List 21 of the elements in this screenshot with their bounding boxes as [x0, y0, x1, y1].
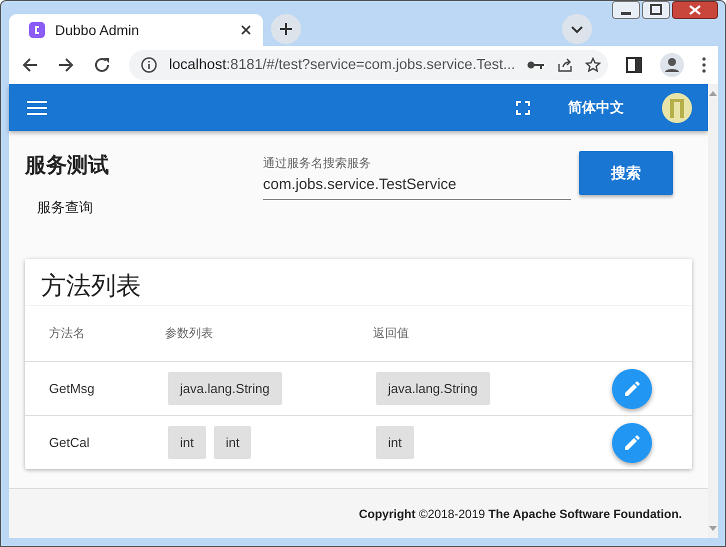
type-chip: int	[376, 426, 414, 459]
column-header: 方法名	[49, 325, 86, 342]
search-button[interactable]: 搜索	[579, 151, 673, 195]
search-field[interactable]: com.jobs.service.TestService	[263, 172, 571, 200]
type-chip: java.lang.String	[376, 372, 490, 405]
column-header: 参数列表	[165, 325, 214, 342]
type-chip: int	[168, 426, 206, 459]
breadcrumb-item[interactable]: 服务查询	[37, 199, 263, 217]
copyright-text: Copyright ©2018-2019 The Apache Software Foundation.	[358, 506, 682, 520]
address-field[interactable]: localhost:8181/#/test?service=com.jobs.service.Test...	[129, 50, 608, 80]
browser-tab[interactable]: Dubbo Admin	[9, 14, 263, 46]
column-header: 返回值	[373, 325, 410, 342]
card-title: 方法列表	[25, 259, 692, 306]
table-cell-text: GetMsg	[49, 381, 96, 396]
tab-title: Dubbo Admin	[55, 22, 140, 38]
type-chip: int	[214, 426, 252, 459]
field-label: 通过服务名搜索服务	[263, 155, 371, 172]
table-cell-text: GetCal	[49, 435, 90, 450]
type-chip: java.lang.String	[168, 372, 282, 405]
page-title: 服务测试	[25, 153, 110, 179]
language-button[interactable]: 简体中文	[544, 90, 648, 124]
